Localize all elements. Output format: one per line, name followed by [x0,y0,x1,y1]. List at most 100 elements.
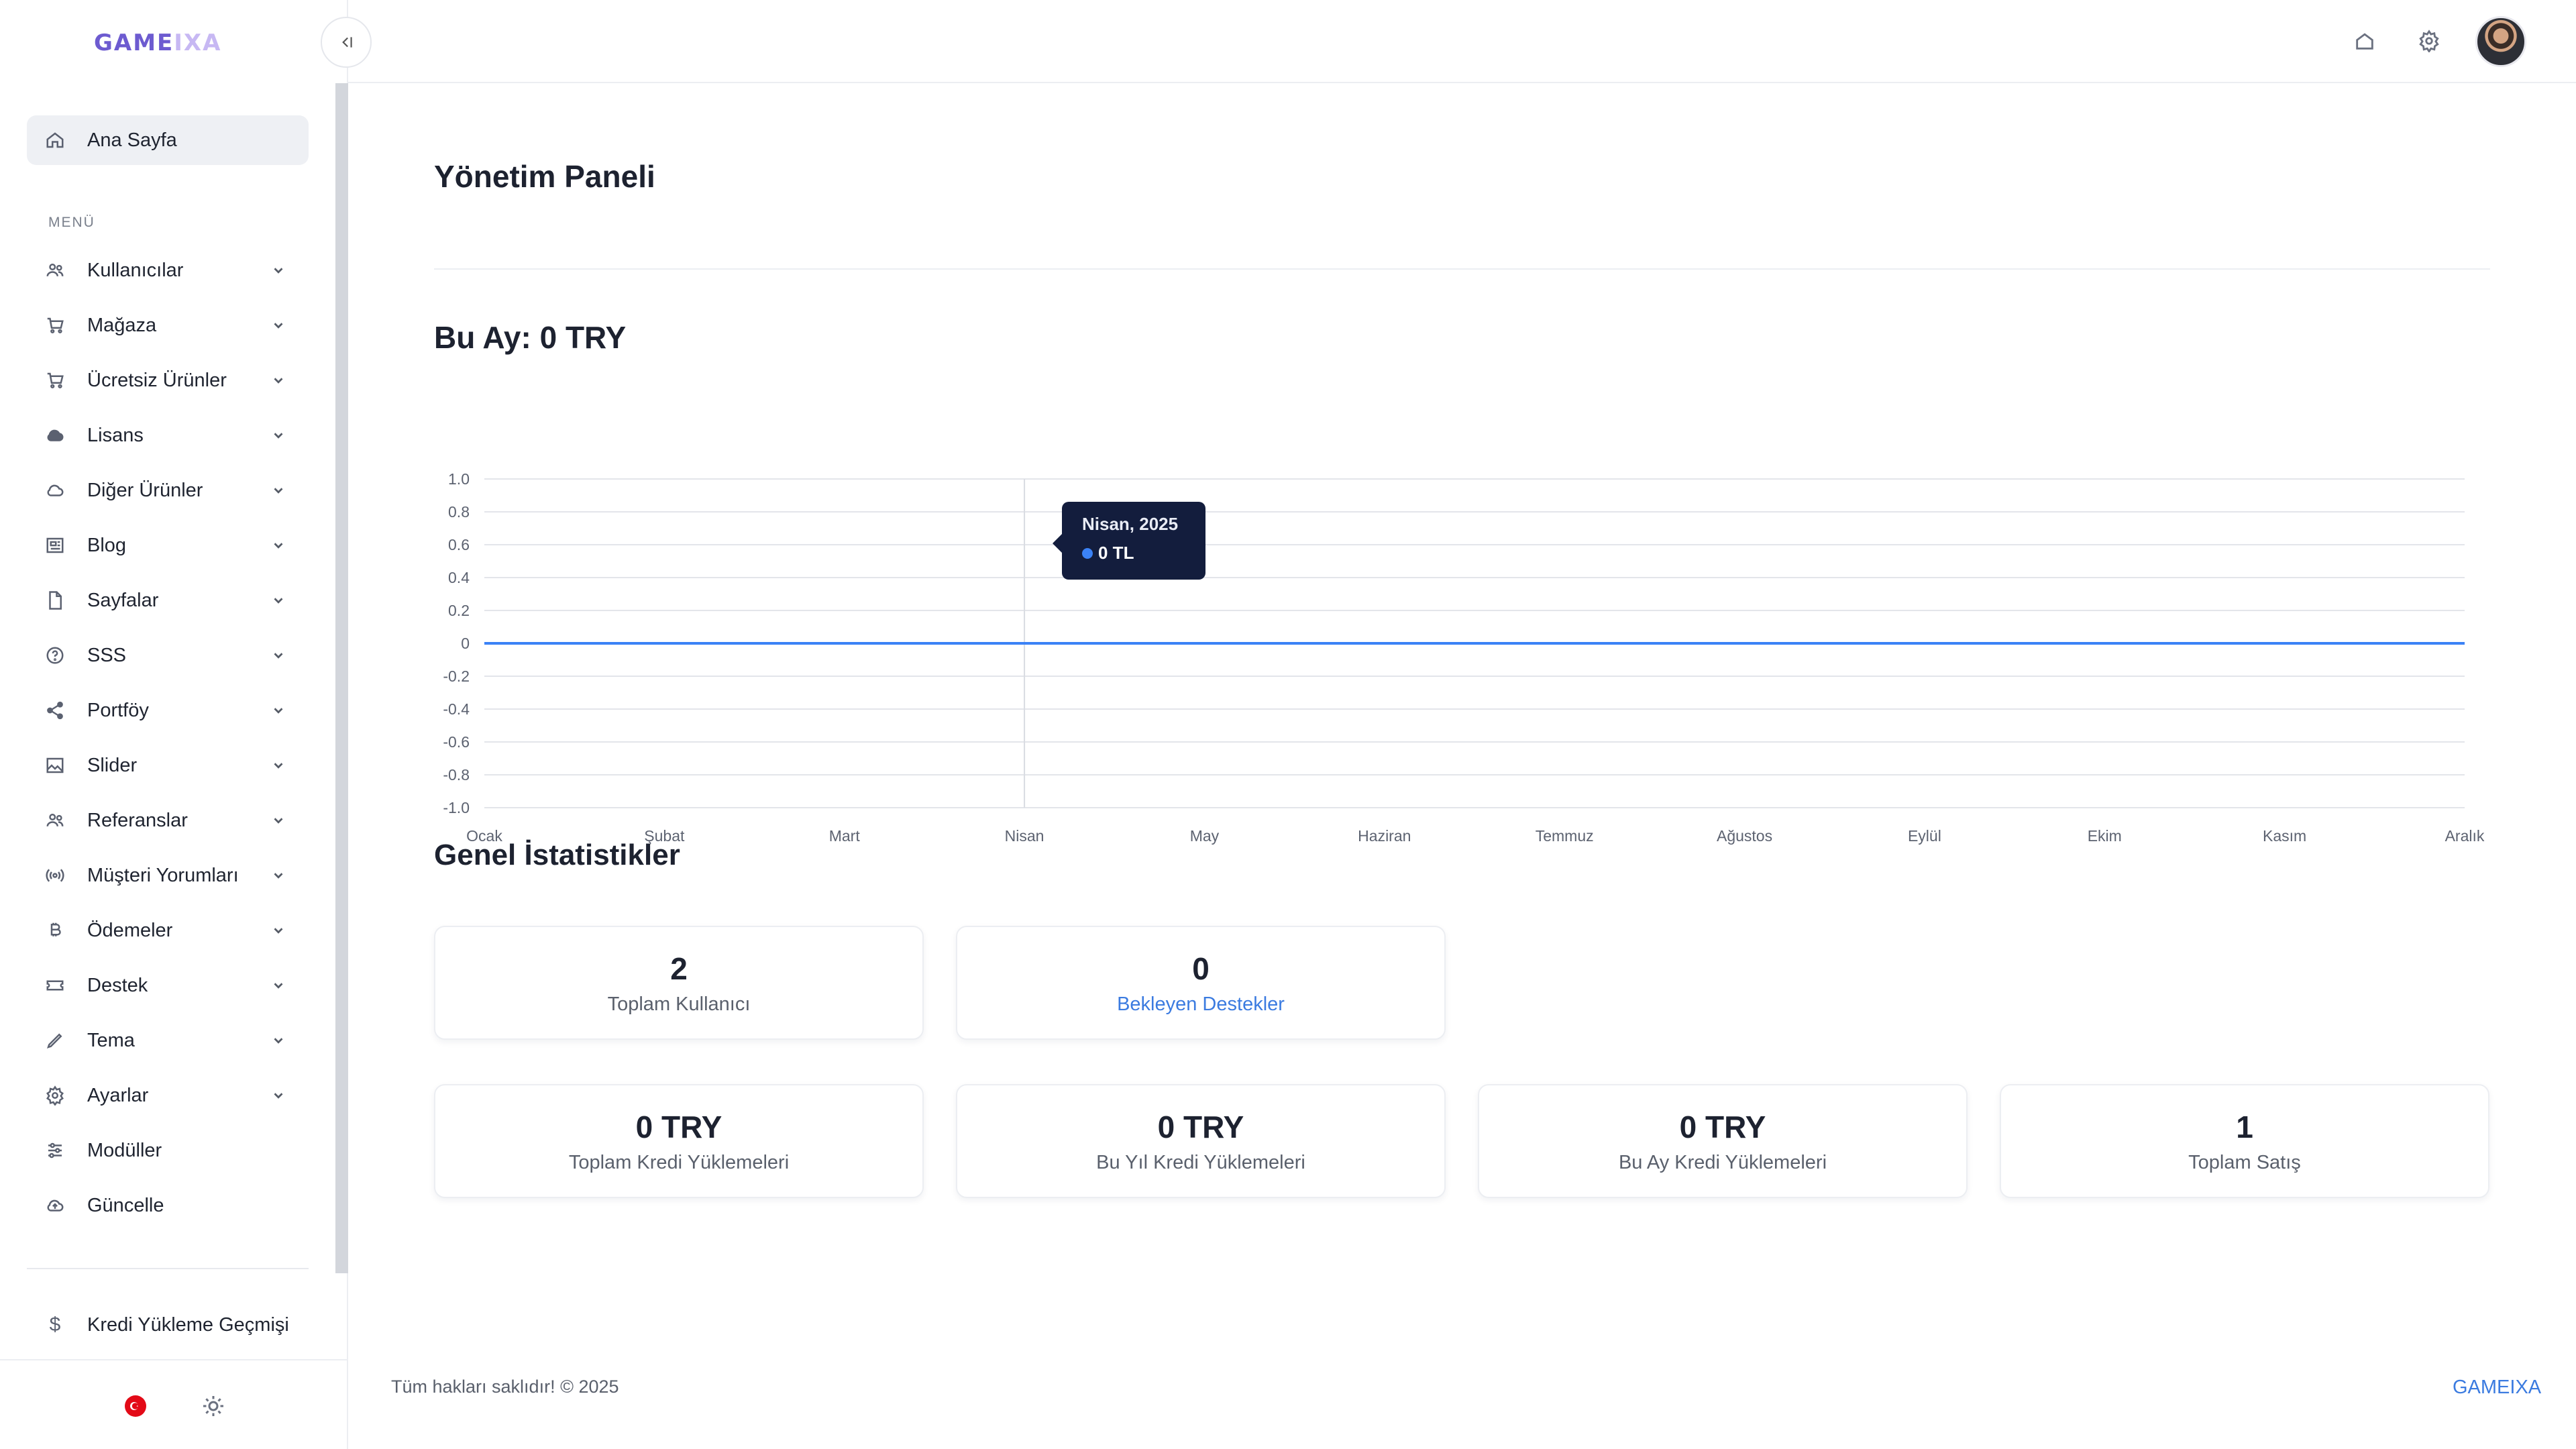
dollar-icon: $ [49,1313,61,1336]
chevron-down-icon[interactable] [268,920,288,941]
gear-icon [44,1085,66,1106]
x-tick-label: May [1190,827,1220,845]
chevron-down-icon[interactable] [268,810,288,830]
stat-label: Toplam Kredi Yüklemeleri [568,1151,790,1173]
chevron-down-icon[interactable] [268,590,288,610]
y-tick-label: 0 [461,635,470,652]
chevron-down-icon[interactable] [268,370,288,390]
chevron-down-icon[interactable] [268,425,288,445]
stat-card-year-credit[interactable]: 0 TRY Bu Yıl Kredi Yüklemeleri [956,1084,1446,1198]
sidebar-item-2[interactable]: Mağaza [0,298,335,353]
brush-icon [44,1030,66,1051]
x-tick-label: Temmuz [1536,827,1594,845]
stat-card-total-credit[interactable]: 0 TRY Toplam Kredi Yüklemeleri [434,1084,924,1198]
bitcoin-icon [44,920,66,941]
logo[interactable]: GAMEIXA [94,30,221,56]
sidebar-item-9[interactable]: Portföy [0,683,335,738]
sidebar-item-7[interactable]: Sayfalar [0,573,335,628]
x-tick-label: Mart [829,827,861,845]
y-tick-label: -0.2 [443,667,470,685]
cloud-solid-icon [44,425,66,446]
chevron-down-icon[interactable] [268,700,288,720]
chevron-down-icon[interactable] [268,535,288,555]
sidebar-item-12[interactable]: Müşteri Yorumları [0,848,335,903]
sidebar-item-4[interactable]: Lisans [0,408,335,463]
sidebar-item-label: Tema [87,1029,135,1051]
sidebar-item-label: Müşteri Yorumları [87,864,239,886]
stat-card-total-users[interactable]: 2 Toplam Kullanıcı [434,926,924,1040]
tooltip-value: 0 TL [1082,543,1185,564]
stat-value: 2 [670,951,688,986]
logo-main-text: GAME [94,30,174,56]
chevron-down-icon[interactable] [268,480,288,500]
home-icon [44,129,66,151]
collapse-arrow-icon [342,37,352,48]
sidebar-item-label: Kredi Yükleme Geçmişi [87,1313,289,1336]
sidebar-item-label: Portföy [87,699,149,721]
sidebar-item-5[interactable]: Diğer Ürünler [0,463,335,518]
sidebar-item-18[interactable]: Güncelle [0,1178,335,1233]
sidebar-item-3[interactable]: Ücretsiz Ürünler [0,353,335,408]
chevron-down-icon[interactable] [268,865,288,885]
sidebar-item-home[interactable]: Ana Sayfa [27,115,309,165]
sidebar-item-11[interactable]: Referanslar [0,793,335,848]
sidebar-item-1[interactable]: Kullanıcılar [0,243,335,298]
theme-sun-icon[interactable] [201,1394,225,1418]
y-tick-label: 0.2 [448,602,470,619]
cart-icon [44,315,66,336]
sidebar-item-10[interactable]: Slider [0,738,335,793]
sidebar-item-14[interactable]: Destek [0,958,335,1013]
cart-icon [44,370,66,391]
sidebar-item-label: Modüller [87,1139,162,1161]
sidebar-item-label: Blog [87,534,127,556]
sidebar-item-label: Ücretsiz Ürünler [87,369,227,391]
x-tick-label: Kasım [2263,827,2306,845]
x-tick-label: Aralık [2445,827,2485,845]
footer-copyright: Tüm hakları saklıdır! © 2025 [391,1377,619,1397]
sidebar-item-credit-history[interactable]: $ Kredi Yükleme Geçmişi [44,1313,289,1336]
sidebar-item-6[interactable]: Blog [0,518,335,573]
avatar[interactable] [2475,16,2526,67]
sidebar-item-13[interactable]: Ödemeler [0,903,335,958]
turkey-flag-icon[interactable] [125,1395,146,1417]
chevron-down-icon[interactable] [268,1030,288,1051]
collapse-sidebar-button[interactable] [321,17,372,68]
sidebar-item-16[interactable]: Ayarlar [0,1068,335,1123]
cloud-icon [44,480,66,501]
newspaper-icon [44,535,66,556]
share-icon [44,700,66,721]
sidebar-item-label: Destek [87,974,148,996]
stat-value: 1 [2236,1109,2253,1144]
users-icon [44,810,66,831]
sliders-icon [44,1140,66,1161]
page-title: Yönetim Paneli [434,159,655,194]
sidebar-item-8[interactable]: SSS [0,628,335,683]
image-icon [44,755,66,776]
monthly-line-chart[interactable]: 1.00.80.60.40.20-0.2-0.4-0.6-0.8-1.0Ocak… [348,378,2576,861]
chevron-down-icon[interactable] [268,315,288,335]
chevron-down-icon[interactable] [268,1085,288,1106]
home-icon[interactable] [2353,30,2377,54]
sidebar-scrollbar[interactable] [335,83,348,1273]
stat-label: Bu Yıl Kredi Yüklemeleri [1096,1151,1305,1173]
chevron-down-icon[interactable] [268,260,288,280]
x-tick-label: Nisan [1005,827,1044,845]
stat-card-month-credit[interactable]: 0 TRY Bu Ay Kredi Yüklemeleri [1478,1084,1968,1198]
sidebar-item-17[interactable]: Modüller [0,1123,335,1178]
footer-brand-link[interactable]: GAMEIXA [2453,1377,2541,1399]
top-bar [348,0,2576,83]
logo-faded-text: IXA [174,30,222,56]
sidebar-item-15[interactable]: Tema [0,1013,335,1068]
chevron-down-icon[interactable] [268,645,288,665]
gear-icon[interactable] [2418,30,2442,54]
ticket-icon [44,975,66,996]
stat-card-total-sales[interactable]: 1 Toplam Satış [2000,1084,2489,1198]
tooltip-title: Nisan, 2025 [1082,514,1179,534]
stat-link-pending-support[interactable]: Bekleyen Destekler [1117,994,1285,1016]
chevron-down-icon[interactable] [268,975,288,996]
sidebar-divider [27,1268,309,1269]
chevron-down-icon[interactable] [268,755,288,775]
y-tick-label: -0.6 [443,733,470,751]
stat-card-pending-support[interactable]: 0 Bekleyen Destekler [956,926,1446,1040]
x-tick-label: Eylül [1908,827,1941,845]
